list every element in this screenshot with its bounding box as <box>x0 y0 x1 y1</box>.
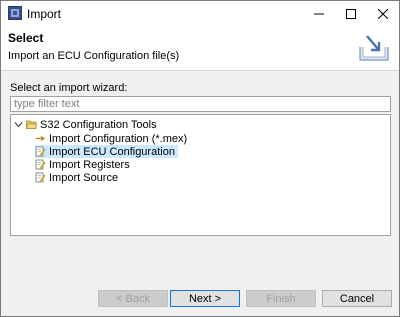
app-icon <box>8 6 22 20</box>
tree-item-import-source[interactable]: Import Source <box>35 171 121 184</box>
wizard-tree[interactable]: S32 Configuration Tools Import Configura… <box>10 114 391 236</box>
tree-item-label: Import Source <box>49 171 119 184</box>
document-pencil-icon <box>35 146 46 157</box>
tree-item-label: Import Registers <box>49 158 130 171</box>
minimize-button[interactable] <box>303 1 335 26</box>
tree-item-import-configuration[interactable]: Import Configuration (*.mex) <box>35 132 190 145</box>
page-description: Import an ECU Configuration file(s) <box>8 50 180 62</box>
document-pencil-icon <box>35 172 46 183</box>
maximize-icon <box>346 8 356 19</box>
wizard-prompt-label: Select an import wizard: <box>10 82 128 94</box>
next-button[interactable]: Next > <box>170 290 240 307</box>
import-dialog: Import Select Import an ECU Configuratio… <box>0 0 400 317</box>
import-banner-icon <box>359 35 389 61</box>
tree-item-label: Import Configuration (*.mex) <box>49 132 188 145</box>
tree-item-import-registers[interactable]: Import Registers <box>35 158 133 171</box>
close-button[interactable] <box>367 1 399 26</box>
title-bar: Import <box>1 1 399 26</box>
wizard-banner: Select Import an ECU Configuration file(… <box>1 26 399 71</box>
filter-input[interactable] <box>10 96 391 112</box>
page-title: Select <box>8 31 44 45</box>
back-button[interactable]: < Back <box>98 290 168 307</box>
minimize-icon <box>314 13 324 14</box>
window-title: Import <box>27 7 62 21</box>
document-pencil-icon <box>35 159 46 170</box>
arrow-import-icon <box>36 136 46 141</box>
tree-item-import-ecu-configuration[interactable]: Import ECU Configuration <box>35 145 178 158</box>
close-icon <box>378 8 388 19</box>
maximize-button[interactable] <box>335 1 367 26</box>
tree-item-label: Import ECU Configuration <box>49 145 175 158</box>
chevron-down-icon[interactable] <box>14 120 23 129</box>
folder-open-icon <box>26 120 37 129</box>
finish-button[interactable]: Finish <box>246 290 316 307</box>
tree-item-s32-configuration-tools[interactable]: S32 Configuration Tools <box>14 118 160 131</box>
tree-item-label: S32 Configuration Tools <box>40 118 157 131</box>
cancel-button[interactable]: Cancel <box>322 290 392 307</box>
